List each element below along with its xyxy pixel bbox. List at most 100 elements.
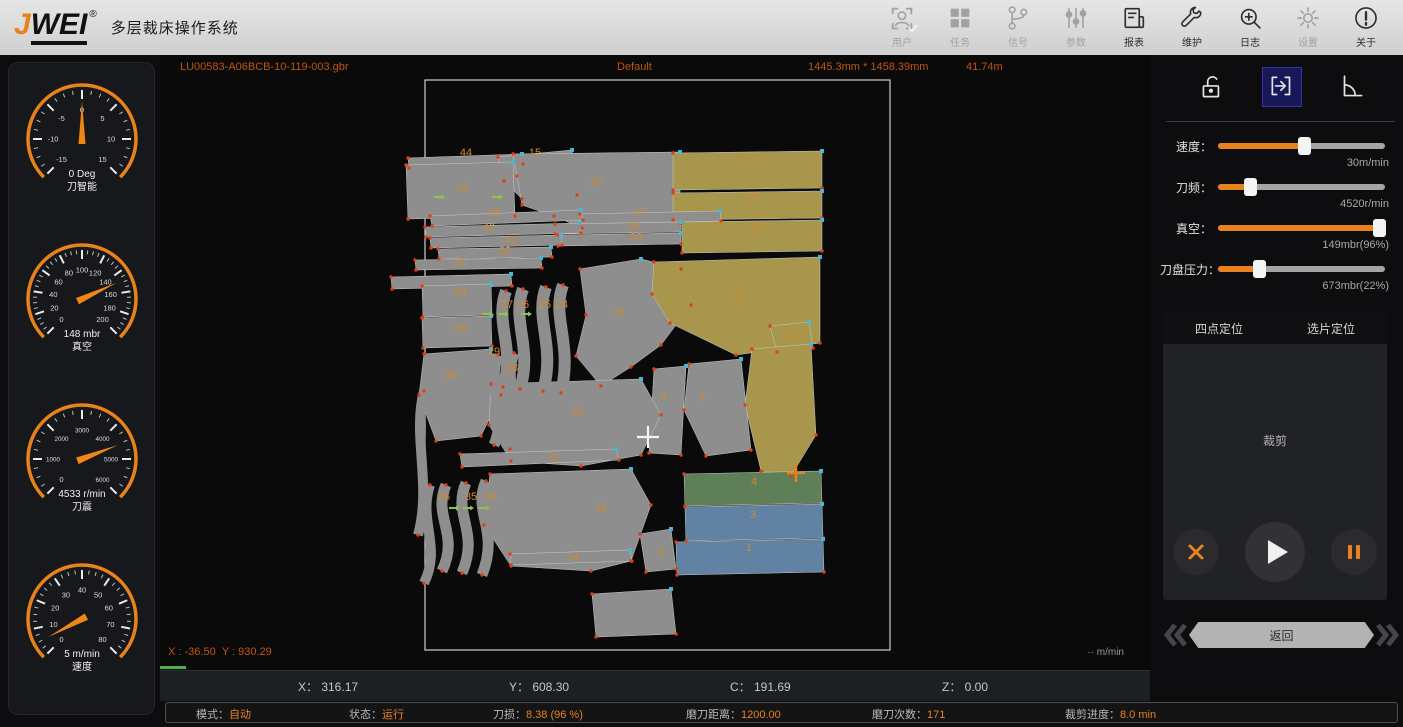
tool-row <box>1160 61 1403 113</box>
knife-pressure-slider[interactable] <box>1218 261 1385 277</box>
progress-line <box>160 666 186 669</box>
knife-freq-slider-handle[interactable] <box>1244 178 1257 196</box>
svg-text:29: 29 <box>488 346 500 358</box>
slider-box: 速度： 30m/min 刀频： 4520r/min 真空： 149mbr(96%… <box>1160 129 1403 293</box>
cursor-position: X : -36.50 Y : 930.29 <box>168 646 272 658</box>
svg-text:11: 11 <box>733 288 744 300</box>
svg-text:3000: 3000 <box>74 428 89 435</box>
svg-text:200: 200 <box>96 315 109 324</box>
user-icon <box>888 4 916 32</box>
svg-text:60: 60 <box>104 603 112 612</box>
svg-text:44: 44 <box>460 147 472 159</box>
back-button[interactable]: 返回 <box>1189 622 1374 648</box>
topbar-icon-signal[interactable]: 信号 <box>989 4 1047 49</box>
svg-text:20: 20 <box>51 603 59 612</box>
svg-text:14: 14 <box>746 154 758 166</box>
svg-text:24: 24 <box>556 299 568 311</box>
topbar-icon-tasks[interactable]: 任务 <box>931 4 989 49</box>
back-row: 返回 <box>1163 620 1400 650</box>
knife-pressure-slider-handle[interactable] <box>1253 260 1266 278</box>
speed-slider-handle[interactable] <box>1298 137 1311 155</box>
topbar-icon-label: 报表 <box>1124 34 1144 49</box>
status-item: 模式：自动 <box>196 706 251 722</box>
tab-four-point-positioning[interactable]: 四点定位 <box>1163 312 1275 344</box>
svg-text:36: 36 <box>438 491 450 503</box>
svg-text:1000: 1000 <box>45 457 60 464</box>
svg-text:9: 9 <box>660 391 666 403</box>
svg-text:20: 20 <box>50 303 58 312</box>
status-item: 磨刀距离：1200.00 <box>686 706 781 722</box>
tool-angle[interactable] <box>1332 67 1372 107</box>
slider-label-knife-freq: 刀频： <box>1160 179 1212 196</box>
logo-wei: WEI <box>31 10 88 45</box>
gauge-0: -15-10-50510150 Deg刀智能 <box>12 73 152 223</box>
close-icon <box>1187 543 1205 561</box>
svg-text:100: 100 <box>75 266 88 275</box>
svg-text:31: 31 <box>548 452 560 464</box>
svg-text:12: 12 <box>751 221 763 233</box>
speed-slider[interactable] <box>1218 138 1385 154</box>
topbar-icon-label: 信号 <box>1008 34 1028 49</box>
report-icon <box>1120 4 1148 32</box>
tab-piece-positioning[interactable]: 选片定位 <box>1275 312 1387 344</box>
topbar-icon-report[interactable]: 报表 <box>1105 4 1163 49</box>
maintenance-icon <box>1178 4 1206 32</box>
topbar-icon-about[interactable]: 关于 <box>1337 4 1395 49</box>
svg-text:38: 38 <box>445 369 457 381</box>
app-window: JWEI® 多层裁床操作系统 用户 任务 信号 参数 <box>0 0 1403 727</box>
cancel-button[interactable] <box>1173 529 1219 575</box>
tool-unlock[interactable] <box>1192 67 1232 107</box>
pause-button[interactable] <box>1331 529 1377 575</box>
svg-text:23: 23 <box>612 307 624 319</box>
vacuum-slider-handle[interactable] <box>1373 219 1386 237</box>
knife-freq-slider[interactable] <box>1218 179 1385 195</box>
slider-label-speed: 速度： <box>1160 138 1212 155</box>
pause-icon <box>1348 545 1360 559</box>
start-button[interactable] <box>1245 522 1305 582</box>
slider-value-knife-freq: 4520r/min <box>1160 198 1389 211</box>
gauge-3: 010203040506070805 m/min速度 <box>12 553 152 703</box>
svg-text:70: 70 <box>106 620 114 629</box>
cutting-canvas[interactable]: LU00583-A06BCB-10-119-003.gbr Default 14… <box>160 55 1150 670</box>
panel-message: 裁剪 <box>1163 432 1387 449</box>
topbar-icon-settings[interactable]: 设置 <box>1279 4 1337 49</box>
topbar-icon-maintenance[interactable]: 维护 <box>1163 4 1221 49</box>
svg-text:8: 8 <box>699 392 705 404</box>
chevrons-right-icon <box>1374 622 1400 648</box>
svg-text:5 m/min: 5 m/min <box>64 649 100 660</box>
divider <box>1166 121 1395 122</box>
status-item: 磨刀次数：171 <box>872 706 945 722</box>
coord-x: X： 316.17 <box>298 678 358 695</box>
topbar-icon-user[interactable]: 用户 <box>873 4 931 49</box>
svg-text:15: 15 <box>529 147 541 159</box>
topbar-icon-log[interactable]: 日志 <box>1221 4 1279 49</box>
svg-text:30: 30 <box>61 590 69 599</box>
pattern-layout[interactable]: 4415431614131217192018424122214039231110… <box>160 55 1150 670</box>
svg-text:15: 15 <box>98 155 106 164</box>
svg-text:-5: -5 <box>58 114 65 123</box>
svg-text:80: 80 <box>98 635 106 644</box>
svg-text:20: 20 <box>630 231 642 243</box>
svg-text:2: 2 <box>658 546 664 558</box>
svg-text:25: 25 <box>539 299 551 311</box>
speed-note: ·· m/min <box>1087 647 1124 658</box>
svg-text:28: 28 <box>506 362 518 374</box>
tool-import[interactable] <box>1262 67 1302 107</box>
svg-text:33: 33 <box>485 491 497 503</box>
svg-text:26: 26 <box>517 299 529 311</box>
settings-icon <box>1294 4 1322 32</box>
slider-label-knife-pressure: 刀盘压力： <box>1160 261 1212 278</box>
svg-text:40: 40 <box>454 287 466 299</box>
topbar-icon-row: 用户 任务 信号 参数 报表 <box>873 4 1395 49</box>
gauge-2: 01000200030004000500060004533 r/min刀震 <box>12 393 152 543</box>
svg-text:80: 80 <box>64 269 72 278</box>
svg-text:4533 r/min: 4533 r/min <box>58 489 105 500</box>
svg-text:10: 10 <box>106 135 114 144</box>
svg-text:160: 160 <box>104 290 117 299</box>
svg-text:真空: 真空 <box>72 340 92 353</box>
vacuum-slider[interactable] <box>1218 220 1385 236</box>
topbar-icon-params[interactable]: 参数 <box>1047 4 1105 49</box>
topbar-icon-label: 关于 <box>1356 34 1376 49</box>
import-icon <box>1267 72 1297 102</box>
svg-text:刀智能: 刀智能 <box>67 180 97 193</box>
